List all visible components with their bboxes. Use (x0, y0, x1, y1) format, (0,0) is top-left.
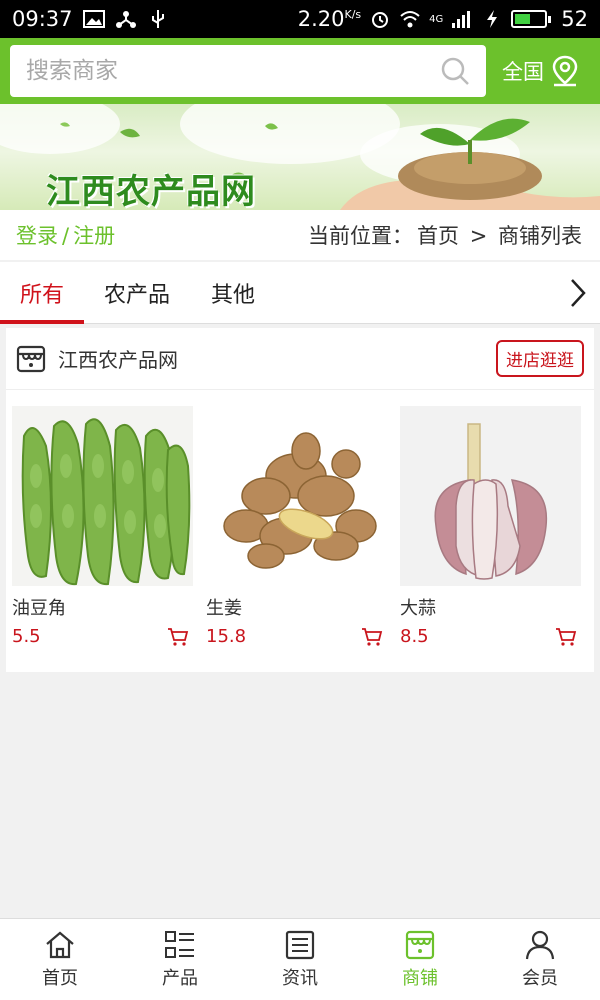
product-image-ginger[interactable] (206, 406, 387, 586)
chevron-right-icon (571, 278, 586, 307)
product-name: 油豆角 (12, 598, 66, 619)
product-list: 油豆角 5.5 生姜 15.8 大蒜 8.5 (6, 390, 594, 647)
breadcrumb-home[interactable]: 首页 (417, 224, 459, 248)
cart-icon[interactable] (167, 627, 189, 647)
region-selector[interactable]: 全国 (502, 55, 580, 87)
cart-icon[interactable] (555, 627, 577, 647)
product-name: 生姜 (206, 598, 242, 619)
status-time: 09:37 (12, 7, 73, 31)
search-box[interactable] (10, 45, 486, 97)
user-icon (525, 930, 555, 959)
store-card: 江西农产品网 进店逛逛 油豆角 5.5 生姜 15.8 大蒜 8.5 (6, 328, 594, 672)
nav-label: 商铺 (402, 967, 438, 989)
nav-label: 会员 (522, 967, 558, 989)
location-pin-icon (552, 55, 578, 87)
search-input[interactable] (26, 58, 440, 84)
tab-all[interactable]: 所有 (0, 262, 84, 324)
nav-label: 首页 (42, 967, 78, 989)
store-icon (405, 930, 435, 959)
ginger-illustration (206, 406, 387, 586)
product-item[interactable]: 生姜 15.8 (206, 406, 387, 647)
register-link[interactable]: 注册 (73, 224, 115, 248)
tab-label: 农产品 (103, 282, 170, 308)
nav-label: 资讯 (282, 967, 318, 989)
store-icon (16, 345, 46, 372)
product-image-green-beans[interactable] (12, 406, 193, 586)
product-item[interactable]: 大蒜 8.5 (400, 406, 581, 647)
signal-icon (452, 11, 471, 28)
wifi-icon (400, 11, 420, 28)
alarm-icon (372, 12, 389, 28)
nav-member[interactable]: 会员 (480, 919, 600, 1000)
product-image-garlic[interactable] (400, 406, 581, 586)
nav-news[interactable]: 资讯 (240, 919, 360, 1000)
store-name: 江西农产品网 (58, 348, 178, 372)
nav-home[interactable]: 首页 (0, 919, 120, 1000)
breadcrumb-arrow: > (469, 224, 488, 248)
usb-icon (151, 10, 164, 28)
network-speed: 2.20K/s (297, 7, 362, 31)
home-icon (46, 931, 74, 958)
search-icon[interactable] (440, 56, 470, 86)
cart-icon[interactable] (361, 627, 383, 647)
battery-icon (511, 10, 552, 28)
store-header[interactable]: 江西农产品网 进店逛逛 (6, 328, 594, 390)
breadcrumb-bar: 登录 / 注册 当前位置： 首页 > 商铺列表 (0, 210, 600, 260)
product-name: 大蒜 (400, 598, 436, 619)
tab-label: 其他 (210, 282, 255, 308)
charging-icon (487, 10, 498, 28)
product-price: 15.8 (206, 626, 247, 647)
nav-products[interactable]: 产品 (120, 919, 240, 1000)
nav-stores[interactable]: 商铺 (360, 919, 480, 1000)
breadcrumb-label: 当前位置： (308, 224, 414, 248)
news-icon (285, 930, 315, 959)
bottom-navigation: 首页 产品 资讯 商铺 会员 (0, 918, 600, 1000)
garlic-illustration (400, 406, 581, 586)
banner-title: 江西农产品网 (46, 172, 256, 210)
login-link[interactable]: 登录 (16, 224, 58, 248)
product-price: 5.5 (12, 626, 41, 647)
visit-store-button[interactable]: 进店逛逛 (496, 340, 584, 377)
status-bar: 09:37 2.20K/s 4G 52 (0, 0, 600, 38)
auth-separator: / (62, 224, 70, 248)
region-label: 全国 (502, 60, 544, 84)
image-notification-icon (82, 10, 105, 28)
nav-label: 产品 (162, 967, 198, 989)
product-item[interactable]: 油豆角 5.5 (12, 406, 193, 647)
battery-percent: 52 (561, 7, 588, 31)
tab-other[interactable]: 其他 (190, 262, 276, 324)
grid-list-icon (165, 930, 194, 958)
breadcrumb: 当前位置： 首页 > 商铺列表 (306, 220, 584, 250)
network-type: 4G (429, 13, 444, 25)
breadcrumb-current: 商铺列表 (498, 224, 582, 248)
tab-label: 所有 (19, 282, 64, 308)
top-header: 全国 (0, 38, 600, 104)
share-notification-icon (115, 11, 136, 28)
green-beans-illustration (12, 406, 193, 586)
category-tabs: 所有 农产品 其他 (0, 262, 600, 324)
product-price: 8.5 (400, 626, 429, 647)
auth-links: 登录 / 注册 (16, 220, 115, 250)
tab-agricultural-products[interactable]: 农产品 (84, 262, 190, 324)
tabs-scroll-right-button[interactable] (556, 262, 600, 324)
banner[interactable]: 江西农产品网 (0, 104, 600, 210)
